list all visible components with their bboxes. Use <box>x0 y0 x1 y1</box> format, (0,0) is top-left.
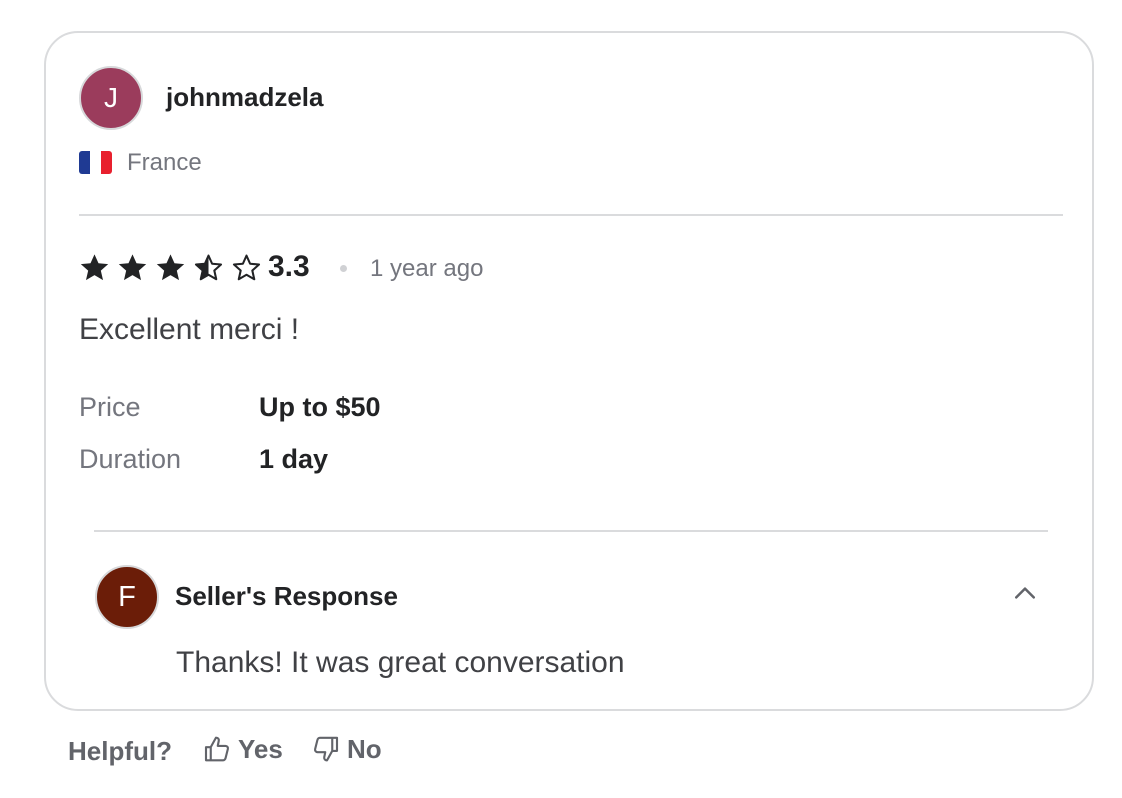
helpful-yes-label: Yes <box>238 734 283 764</box>
seller-response-text: Thanks! It was great conversation <box>176 646 625 679</box>
seller-avatar: F <box>95 565 159 629</box>
reviewer-avatar[interactable]: J <box>79 66 143 130</box>
price-value: Up to $50 <box>259 392 381 422</box>
review-card: J johnmadzela France 3.3 1 year ago Exce… <box>44 31 1094 711</box>
duration-value: 1 day <box>259 444 329 474</box>
divider <box>79 214 1063 216</box>
thumbs-up-icon <box>204 736 230 762</box>
helpful-yes-button[interactable]: Yes <box>202 733 283 765</box>
star-full-icon <box>79 252 110 283</box>
star-rating <box>79 251 269 283</box>
separator-dot <box>340 265 347 272</box>
star-full-icon <box>155 252 186 283</box>
price-label: Price <box>79 392 141 422</box>
divider <box>94 530 1048 532</box>
star-half-icon <box>193 252 224 283</box>
chevron-up-icon[interactable] <box>1010 578 1040 608</box>
rating-value: 3.3 <box>268 250 310 283</box>
star-empty-icon <box>231 252 262 283</box>
seller-response-title: Seller's Response <box>175 581 398 611</box>
seller-avatar-initial: F <box>118 580 136 613</box>
reviewer-avatar-initial: J <box>104 82 118 113</box>
duration-label: Duration <box>79 444 182 474</box>
helpful-prompt: Helpful? <box>68 736 172 766</box>
helpful-no-label: No <box>347 734 382 764</box>
review-text: Excellent merci ! <box>79 313 300 346</box>
star-full-icon <box>117 252 148 283</box>
review-time: 1 year ago <box>370 255 484 282</box>
france-flag-icon <box>79 151 112 174</box>
reviewer-country: France <box>127 149 202 176</box>
helpful-no-button[interactable]: No <box>311 733 382 765</box>
reviewer-username[interactable]: johnmadzela <box>166 81 323 113</box>
thumbs-down-icon <box>313 736 339 762</box>
